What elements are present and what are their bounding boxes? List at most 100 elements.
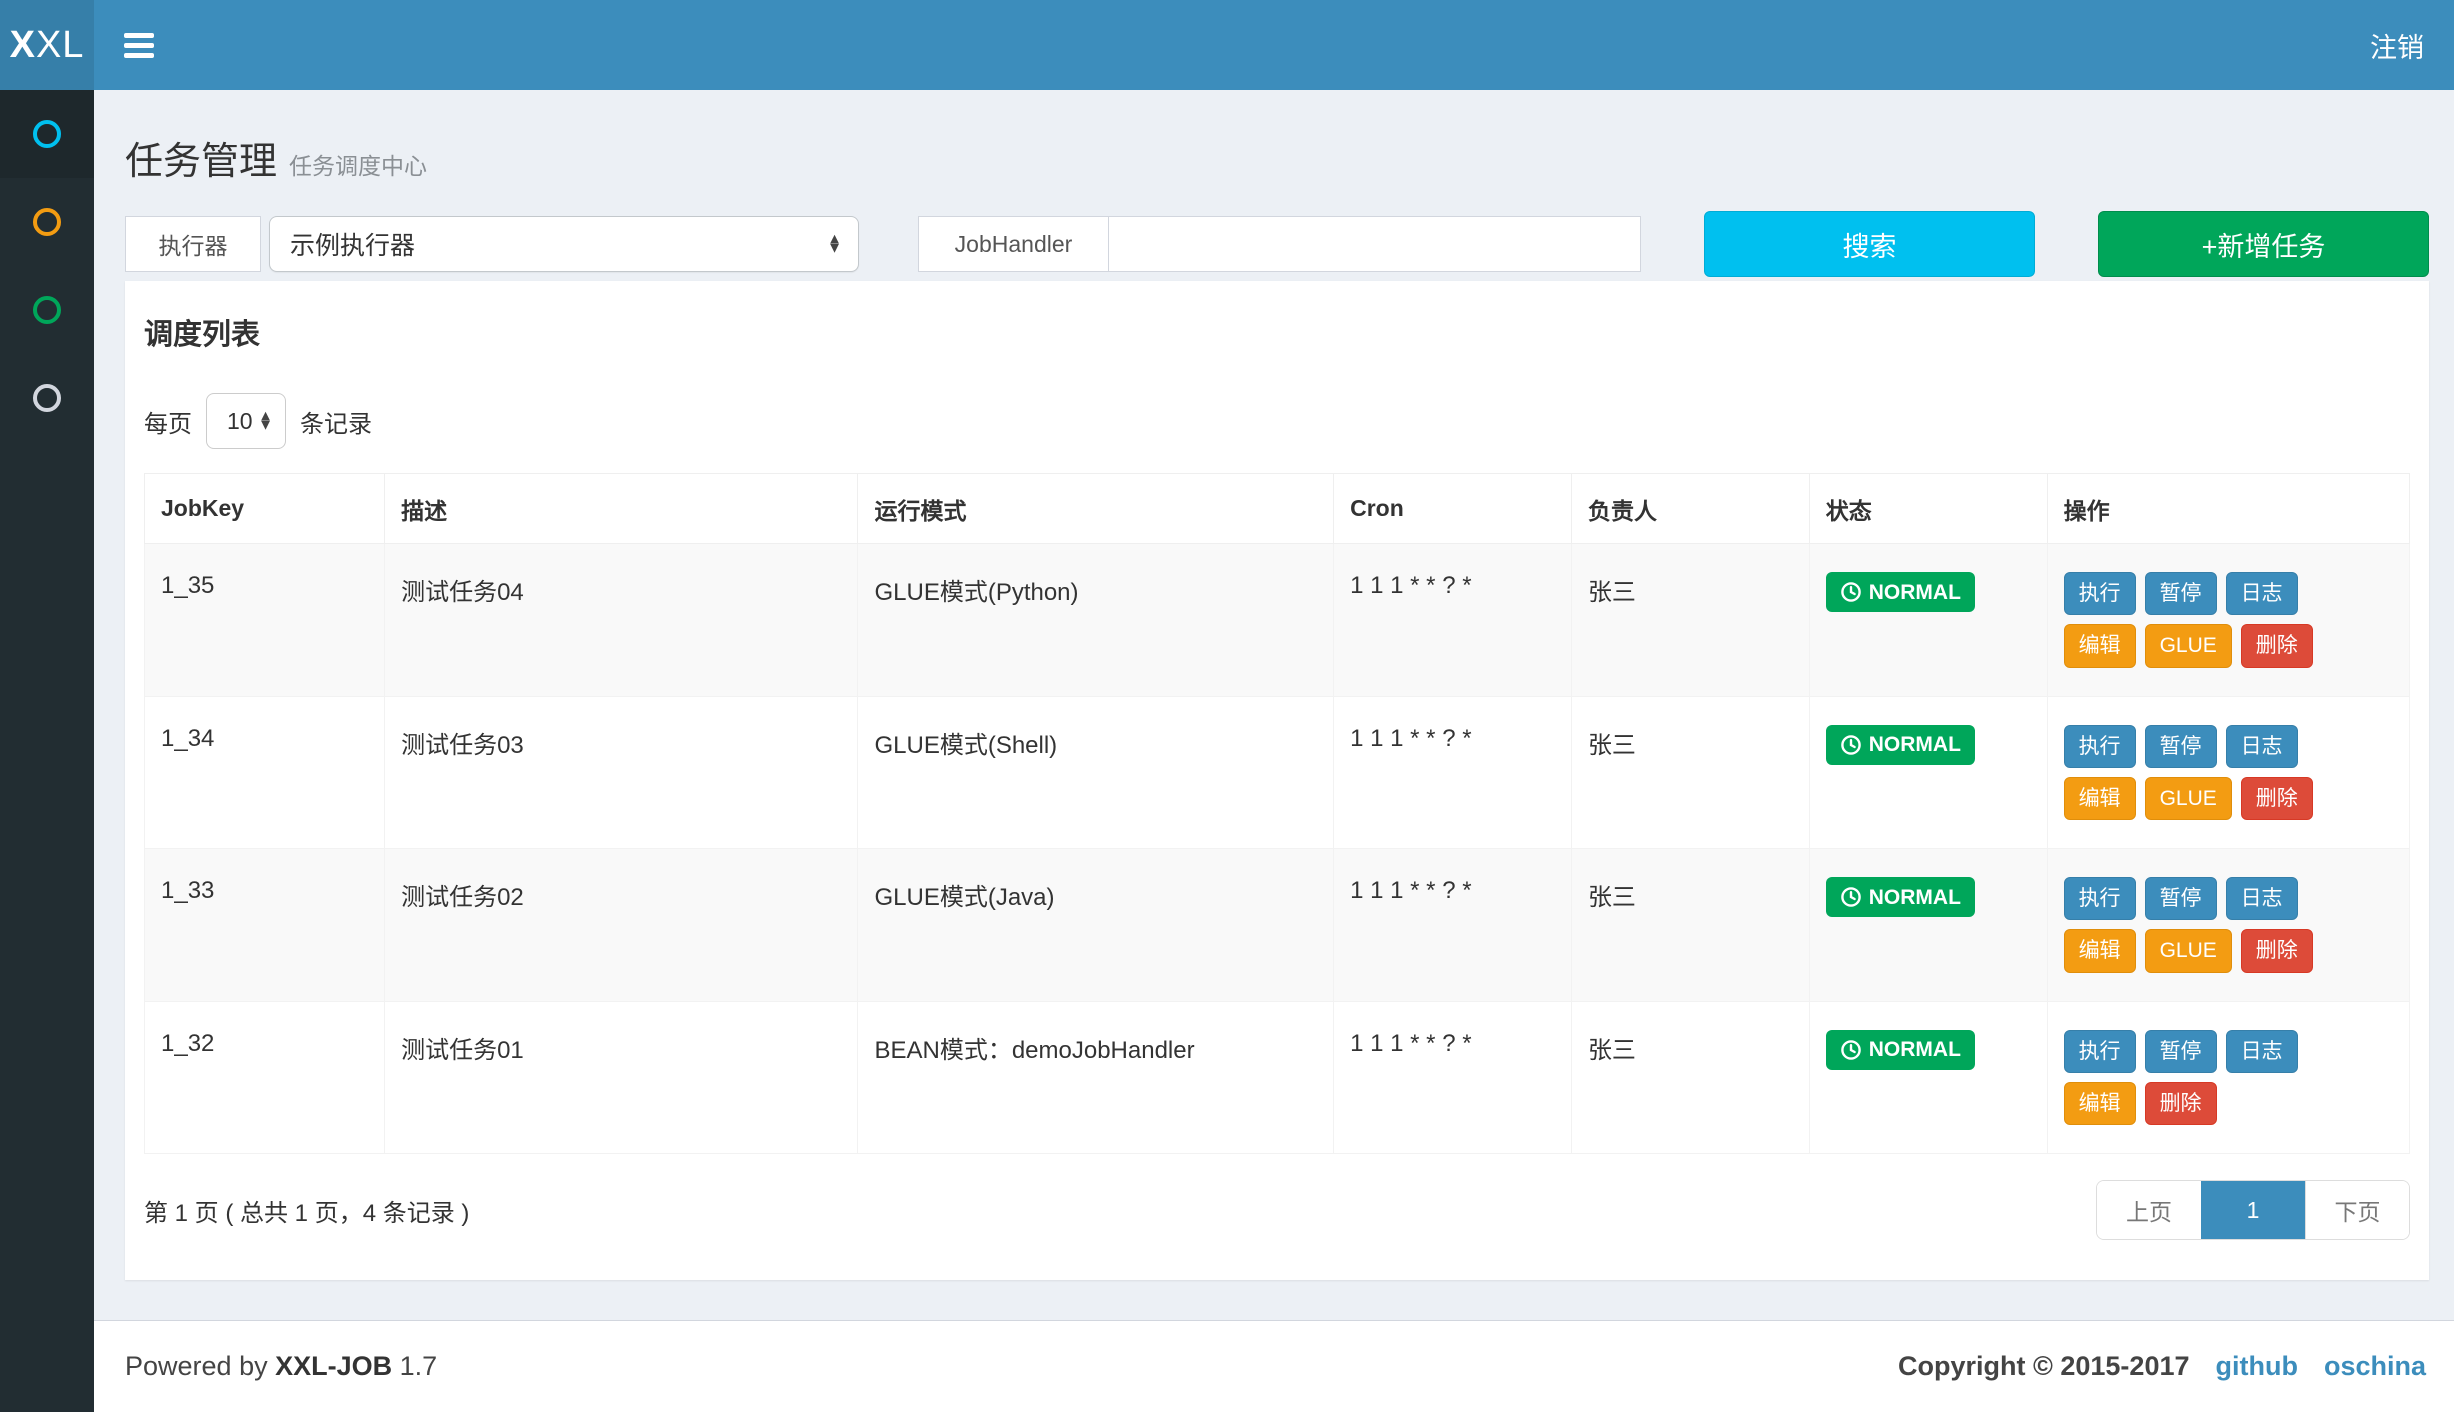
status-cell: NORMAL [1809, 1001, 2047, 1154]
cron-cell: 1 1 1 * * ? * [1334, 544, 1572, 697]
mode-cell: GLUE模式(Python) [858, 544, 1334, 697]
circle-icon [33, 296, 61, 324]
jobkey-cell: 1_34 [145, 696, 385, 849]
sidebar [0, 90, 94, 1412]
delete-button[interactable]: 删除 [2241, 624, 2313, 667]
next-page-button[interactable]: 下页 [2305, 1181, 2409, 1239]
pause-button[interactable]: 暂停 [2145, 877, 2217, 920]
log-button[interactable]: 日志 [2226, 877, 2298, 920]
sidebar-item-menu-2[interactable] [0, 178, 94, 266]
jobkey-cell: 1_32 [145, 1001, 385, 1154]
add-job-button[interactable]: +新增任务 [2098, 211, 2429, 277]
pause-button[interactable]: 暂停 [2145, 572, 2217, 615]
actions-cell: 执行暂停日志编辑GLUE删除 [2047, 849, 2409, 1002]
executor-select[interactable]: 示例执行器 ▲▼ [269, 216, 859, 272]
per-page-select[interactable]: 10 ▲▼ [206, 393, 286, 449]
execute-button[interactable]: 执行 [2064, 572, 2136, 615]
status-badge: NORMAL [1826, 1030, 1975, 1070]
powered-by-text: Powered by XXL-JOB 1.7 [125, 1351, 437, 1382]
filter-row: 执行器 示例执行器 ▲▼ JobHandler 搜索 +新增任务 [125, 209, 2429, 279]
pause-button[interactable]: 暂停 [2145, 725, 2217, 768]
desc-cell: 测试任务04 [385, 544, 858, 697]
action-buttons: 执行暂停日志编辑GLUE删除 [2064, 572, 2326, 668]
app-logo: XXL [0, 0, 94, 90]
status-badge: NORMAL [1826, 877, 1975, 917]
edit-button[interactable]: 编辑 [2064, 624, 2136, 667]
owner-cell: 张三 [1571, 849, 1809, 1002]
schedule-list-panel: 调度列表 每页 10 ▲▼ 条记录 [125, 281, 2429, 1280]
log-button[interactable]: 日志 [2226, 1030, 2298, 1073]
glue-button[interactable]: GLUE [2145, 777, 2232, 820]
glue-button[interactable]: GLUE [2145, 624, 2232, 667]
status-cell: NORMAL [1809, 849, 2047, 1002]
pager: 上页 1 下页 [2096, 1180, 2410, 1240]
execute-button[interactable]: 执行 [2064, 1030, 2136, 1073]
execute-button[interactable]: 执行 [2064, 725, 2136, 768]
delete-button[interactable]: 删除 [2241, 929, 2313, 972]
clock-icon [1840, 581, 1862, 603]
jobhandler-input[interactable] [1109, 216, 1641, 272]
action-buttons: 执行暂停日志编辑GLUE删除 [2064, 725, 2326, 821]
col-mode: 运行模式 [858, 474, 1334, 544]
sidebar-item-menu-3[interactable] [0, 266, 94, 354]
oschina-link[interactable]: oschina [2324, 1351, 2426, 1382]
logo-text-bold: X [10, 24, 36, 67]
app-window: XXL 注销 任务管理任务调度中心 执行器 示例执行器 ▲▼ [0, 0, 2454, 1412]
execute-button[interactable]: 执行 [2064, 877, 2136, 920]
logout-link[interactable]: 注销 [2340, 0, 2454, 90]
pagination-summary: 第 1 页 ( 总共 1 页，4 条记录 ) [144, 1193, 469, 1228]
cron-cell: 1 1 1 * * ? * [1334, 1001, 1572, 1154]
table-row: 1_32测试任务01BEAN模式：demoJobHandler1 1 1 * *… [145, 1001, 2410, 1154]
edit-button[interactable]: 编辑 [2064, 1082, 2136, 1125]
job-table-body: 1_35测试任务04GLUE模式(Python)1 1 1 * * ? *张三N… [145, 544, 2410, 1154]
log-button[interactable]: 日志 [2226, 572, 2298, 615]
current-page-button[interactable]: 1 [2201, 1181, 2305, 1239]
edit-button[interactable]: 编辑 [2064, 929, 2136, 972]
prev-page-button[interactable]: 上页 [2097, 1181, 2201, 1239]
desc-cell: 测试任务03 [385, 696, 858, 849]
status-cell: NORMAL [1809, 696, 2047, 849]
executor-label: 执行器 [125, 216, 261, 272]
updown-arrows-icon: ▲▼ [827, 235, 842, 254]
table-row: 1_35测试任务04GLUE模式(Python)1 1 1 * * ? *张三N… [145, 544, 2410, 697]
mode-cell: GLUE模式(Shell) [858, 696, 1334, 849]
search-button[interactable]: 搜索 [1704, 211, 2035, 277]
pause-button[interactable]: 暂停 [2145, 1030, 2217, 1073]
desc-cell: 测试任务01 [385, 1001, 858, 1154]
sidebar-item-menu-4[interactable] [0, 354, 94, 442]
action-buttons: 执行暂停日志编辑GLUE删除 [2064, 877, 2326, 973]
edit-button[interactable]: 编辑 [2064, 777, 2136, 820]
jobkey-cell: 1_33 [145, 849, 385, 1002]
top-navbar: XXL 注销 [0, 0, 2454, 90]
page-subtitle: 任务调度中心 [289, 153, 427, 179]
per-page-prefix: 每页 [144, 404, 192, 439]
table-row: 1_34测试任务03GLUE模式(Shell)1 1 1 * * ? *张三NO… [145, 696, 2410, 849]
glue-button[interactable]: GLUE [2145, 929, 2232, 972]
executor-select-value: 示例执行器 [290, 226, 415, 262]
content-area: 任务管理任务调度中心 执行器 示例执行器 ▲▼ JobHandler 搜 [94, 90, 2454, 1320]
log-button[interactable]: 日志 [2226, 725, 2298, 768]
hamburger-icon [124, 33, 154, 58]
footer: Powered by XXL-JOB 1.7 Copyright © 2015-… [94, 1320, 2454, 1412]
status-badge: NORMAL [1826, 572, 1975, 612]
owner-cell: 张三 [1571, 1001, 1809, 1154]
page-title: 任务管理 [125, 141, 277, 183]
actions-cell: 执行暂停日志编辑删除 [2047, 1001, 2409, 1154]
sidebar-item-menu-1[interactable] [0, 90, 94, 178]
cron-cell: 1 1 1 * * ? * [1334, 849, 1572, 1002]
mode-cell: BEAN模式：demoJobHandler [858, 1001, 1334, 1154]
per-page-value: 10 [227, 408, 253, 435]
status-cell: NORMAL [1809, 544, 2047, 697]
delete-button[interactable]: 删除 [2241, 777, 2313, 820]
github-link[interactable]: github [2216, 1351, 2298, 1382]
delete-button[interactable]: 删除 [2145, 1082, 2217, 1125]
logo-text: XL [36, 24, 84, 67]
status-badge: NORMAL [1826, 725, 1975, 765]
jobkey-cell: 1_35 [145, 544, 385, 697]
mode-cell: GLUE模式(Java) [858, 849, 1334, 1002]
actions-cell: 执行暂停日志编辑GLUE删除 [2047, 696, 2409, 849]
pagination-row: 第 1 页 ( 总共 1 页，4 条记录 ) 上页 1 下页 [144, 1180, 2410, 1240]
sidebar-toggle-button[interactable] [94, 0, 184, 90]
updown-arrows-icon: ▲▼ [258, 412, 273, 431]
col-cron: Cron [1334, 474, 1572, 544]
